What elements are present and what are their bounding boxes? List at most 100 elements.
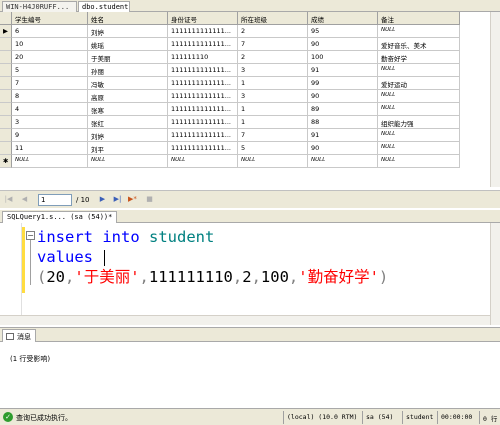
table-cell[interactable]: NULL <box>378 129 460 142</box>
table-row[interactable]: 10 姚瑶 1111111111111... 7 90 爱好音乐、美术 <box>0 38 460 51</box>
row-header[interactable] <box>0 116 12 129</box>
table-cell[interactable]: 2 <box>238 51 308 64</box>
table-cell[interactable]: 20 <box>12 51 88 64</box>
sql-editor[interactable]: − insert into student values (20,'于美丽',1… <box>0 223 490 315</box>
table-cell[interactable]: 高原 <box>88 90 168 103</box>
table-row[interactable]: 11 刘平 1111111111111... 5 90 NULL <box>0 142 460 155</box>
table-cell[interactable]: 6 <box>12 25 88 38</box>
collapse-icon[interactable]: − <box>26 231 35 240</box>
tab-dbo-student[interactable]: dbo.student <box>78 1 130 12</box>
table-row[interactable]: 3 张红 1111111111111... 1 88 组织能力强 <box>0 116 460 129</box>
table-cell[interactable]: 5 <box>12 64 88 77</box>
editor-vertical-scrollbar[interactable] <box>490 223 500 325</box>
table-cell[interactable]: NULL <box>238 155 308 168</box>
table-cell[interactable]: 组织能力强 <box>378 116 460 129</box>
table-cell[interactable]: 7 <box>238 129 308 142</box>
table-cell[interactable]: 89 <box>308 103 378 116</box>
table-cell[interactable]: 1111111111111... <box>168 64 238 77</box>
first-record-icon[interactable]: |◀ <box>4 195 13 204</box>
table-cell[interactable]: 7 <box>12 77 88 90</box>
table-cell[interactable]: 2 <box>238 25 308 38</box>
table-cell[interactable]: 1 <box>238 116 308 129</box>
column-header[interactable]: 成绩 <box>308 12 378 25</box>
table-cell[interactable]: 1111111111111... <box>168 129 238 142</box>
table-cell[interactable]: 1111111111111... <box>168 25 238 38</box>
table-cell[interactable]: 1111111111111... <box>168 90 238 103</box>
stop-icon[interactable]: ■ <box>145 195 154 204</box>
table-cell[interactable]: 1111111111111... <box>168 142 238 155</box>
table-cell[interactable]: 3 <box>238 90 308 103</box>
table-cell[interactable]: 孙丽 <box>88 64 168 77</box>
table-cell[interactable]: 刘婷 <box>88 129 168 142</box>
table-cell[interactable]: 于美丽 <box>88 51 168 64</box>
table-cell[interactable]: 90 <box>308 90 378 103</box>
row-header[interactable]: ✱ <box>0 155 12 168</box>
table-cell[interactable]: 99 <box>308 77 378 90</box>
table-cell[interactable]: NULL <box>88 155 168 168</box>
table-row[interactable]: ▶ 6 刘婷 1111111111111... 2 95 NULL <box>0 25 460 38</box>
table-cell[interactable]: 5 <box>238 142 308 155</box>
table-cell[interactable]: NULL <box>168 155 238 168</box>
table-cell[interactable]: 9 <box>12 129 88 142</box>
table-cell[interactable]: 90 <box>308 38 378 51</box>
row-header[interactable] <box>0 64 12 77</box>
table-cell[interactable]: 1111111111111... <box>168 103 238 116</box>
table-cell[interactable]: 90 <box>308 142 378 155</box>
tab-server[interactable]: WIN-H4J0RUFF... <box>2 1 77 12</box>
table-row[interactable]: 9 刘婷 1111111111111... 7 91 NULL <box>0 129 460 142</box>
table-cell[interactable]: 张红 <box>88 116 168 129</box>
table-cell[interactable]: 1111111111111... <box>168 77 238 90</box>
row-header[interactable] <box>0 103 12 116</box>
table-cell[interactable]: NULL <box>378 155 460 168</box>
table-row[interactable]: ✱ NULL NULL NULL NULL NULL NULL <box>0 155 460 168</box>
table-cell[interactable]: 1 <box>238 103 308 116</box>
table-cell[interactable]: 11 <box>12 142 88 155</box>
table-cell[interactable]: 刘婷 <box>88 25 168 38</box>
table-cell[interactable]: 1111111111111... <box>168 116 238 129</box>
table-cell[interactable]: 7 <box>238 38 308 51</box>
last-record-icon[interactable]: ▶| <box>113 195 122 204</box>
row-header[interactable] <box>0 129 12 142</box>
table-row[interactable]: 7 冯敏 1111111111111... 1 99 爱好运动 <box>0 77 460 90</box>
new-record-icon[interactable]: ▶* <box>128 195 137 204</box>
table-cell[interactable]: NULL <box>378 103 460 116</box>
table-cell[interactable]: 91 <box>308 129 378 142</box>
row-header[interactable] <box>0 142 12 155</box>
row-header[interactable] <box>0 51 12 64</box>
table-row[interactable]: 5 孙丽 1111111111111... 3 91 NULL <box>0 64 460 77</box>
table-cell[interactable]: 1111111111111... <box>168 38 238 51</box>
table-row[interactable]: 4 张寒 1111111111111... 1 89 NULL <box>0 103 460 116</box>
previous-record-icon[interactable]: ◀ <box>20 195 29 204</box>
table-row[interactable]: 8 高原 1111111111111... 3 90 NULL <box>0 90 460 103</box>
row-header[interactable] <box>0 90 12 103</box>
table-cell[interactable]: 姚瑶 <box>88 38 168 51</box>
table-cell[interactable]: 95 <box>308 25 378 38</box>
column-header[interactable]: 所在班级 <box>238 12 308 25</box>
table-cell[interactable]: 刘平 <box>88 142 168 155</box>
page-number-input[interactable]: 1 <box>38 194 72 206</box>
table-cell[interactable]: 3 <box>12 116 88 129</box>
table-cell[interactable]: 3 <box>238 64 308 77</box>
next-record-icon[interactable]: ▶ <box>98 195 107 204</box>
table-cell[interactable]: 10 <box>12 38 88 51</box>
table-cell[interactable]: 1 <box>238 77 308 90</box>
table-row[interactable]: 20 于美丽 111111110 2 100 勤奋好学 <box>0 51 460 64</box>
editor-horizontal-scrollbar[interactable] <box>0 315 490 325</box>
table-cell[interactable]: NULL <box>308 155 378 168</box>
table-cell[interactable]: 张寒 <box>88 103 168 116</box>
table-cell[interactable]: 88 <box>308 116 378 129</box>
grid-vertical-scrollbar[interactable] <box>490 12 500 187</box>
table-cell[interactable]: 91 <box>308 64 378 77</box>
table-cell[interactable]: NULL <box>378 25 460 38</box>
column-header[interactable]: 学生编号 <box>12 12 88 25</box>
table-cell[interactable]: 爱好音乐、美术 <box>378 38 460 51</box>
row-header[interactable] <box>0 38 12 51</box>
table-cell[interactable]: NULL <box>378 142 460 155</box>
grid-corner[interactable] <box>0 12 12 25</box>
column-header[interactable]: 身份证号 <box>168 12 238 25</box>
tab-messages[interactable]: 消息 <box>2 329 36 342</box>
table-cell[interactable]: 8 <box>12 90 88 103</box>
table-cell[interactable]: 4 <box>12 103 88 116</box>
table-cell[interactable]: NULL <box>378 64 460 77</box>
row-header[interactable]: ▶ <box>0 25 12 38</box>
